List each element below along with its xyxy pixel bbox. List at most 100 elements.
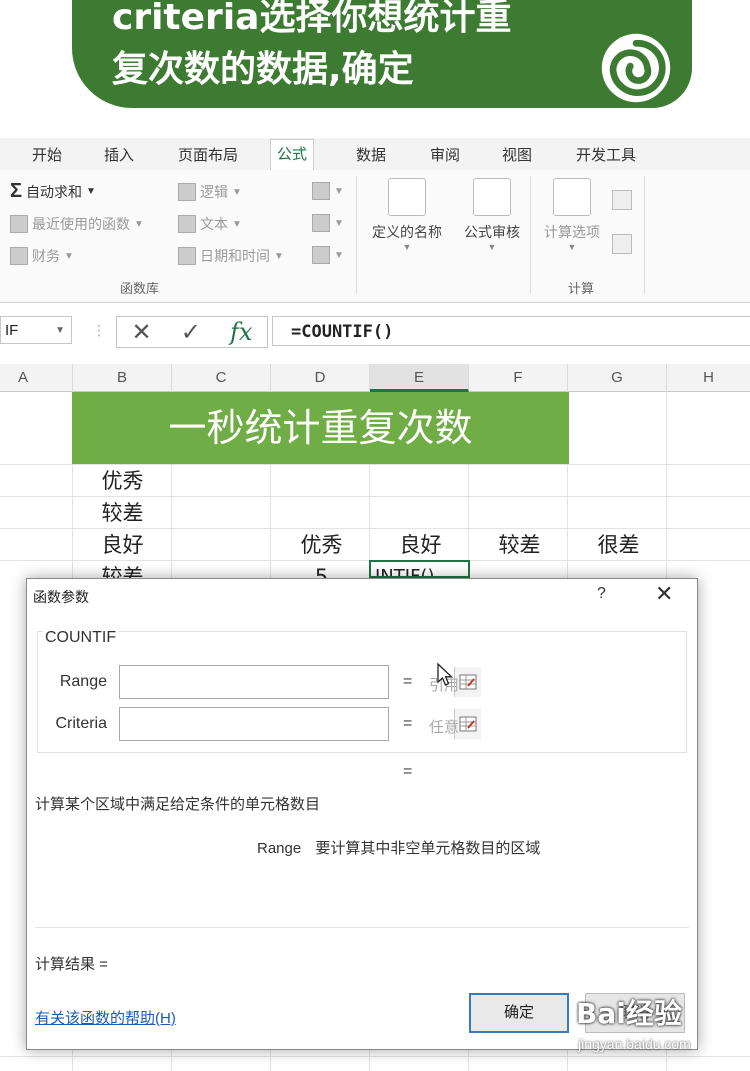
calculation-result: 计算结果 = [35,956,108,973]
logical-button[interactable]: 逻辑 ▼ [178,182,242,202]
dialog-title: 函数参数 [33,589,89,605]
banner-caption: criteria选择你想统计重 复次数的数据,确定 [112,0,511,96]
cell-b5[interactable]: 良好 [73,530,172,560]
auditing-icon [473,178,511,216]
function-arguments-dialog: 函数参数 ? ✕ COUNTIF Range = 引用 Criteria = 任… [26,578,698,1050]
formula-input[interactable]: =COUNTIF() [272,316,750,346]
grid-line [0,528,750,529]
parameter-description: 要计算其中非空单元格数目的区域 [315,840,541,857]
calculate-sheet-icon[interactable] [612,234,632,254]
tab-page-layout[interactable]: 页面布局 [172,142,244,167]
formula-auditing-label: 公式审核 [464,224,520,240]
calc-options-button[interactable]: 计算选项 ▼ [534,178,610,252]
datetime-label: 日期和时间 [200,248,270,264]
cell-b4[interactable]: 较差 [73,498,172,528]
cancel-icon[interactable]: ✕ [132,318,152,347]
logical-label: 逻辑 [200,184,228,200]
active-cell-e6[interactable]: INTIF() [369,560,470,578]
defined-names-button[interactable]: 定义的名称 ▼ [362,178,452,252]
autosum-label: 自动求和 [26,183,83,200]
calculator-icon [553,178,591,216]
lookup-button[interactable]: ▼ [312,182,344,200]
fx-icon[interactable]: fx [230,318,252,346]
function-name: COUNTIF [43,629,119,647]
grid-line [0,464,750,465]
function-description: 计算某个区域中满足给定条件的单元格数目 [35,796,321,813]
autosum-button[interactable]: Σ 自动求和 ▼ [10,180,96,203]
sigma-icon: Σ [10,180,23,202]
cell-d6[interactable]: 5 [272,562,371,578]
column-header-a[interactable]: A [0,364,73,392]
chevron-down-icon: ▼ [86,186,96,197]
more-functions-button[interactable]: ▼ [312,246,344,264]
tab-review[interactable]: 审阅 [424,142,466,167]
math-button[interactable]: ▼ [312,214,344,232]
calculate-now-icon[interactable] [612,190,632,210]
close-icon[interactable]: ✕ [655,581,673,607]
tab-home[interactable]: 开始 [26,142,68,167]
parameter-help: Range 要计算其中非空单元格数目的区域 [257,837,540,858]
chevron-down-icon: ▼ [134,218,144,230]
chevron-down-icon: ▼ [402,242,412,252]
column-header-b[interactable]: B [73,364,172,392]
chevron-down-icon: ▼ [55,325,65,336]
chevron-down-icon: ▼ [274,250,284,262]
sheet-title-cell[interactable]: 一秒统计重复次数 [72,392,569,464]
financial-button[interactable]: 财务 ▼ [10,246,74,266]
cell-e5[interactable]: 良好 [371,530,470,560]
chevron-down-icon: ▼ [232,186,242,198]
column-header-c[interactable]: C [172,364,271,392]
range-input[interactable] [119,665,481,699]
calendar-icon [178,247,196,265]
range-equals: = [403,673,413,690]
tab-view[interactable]: 视图 [496,142,538,167]
tab-developer[interactable]: 开发工具 [570,142,642,167]
math-icon [312,214,330,232]
banner-line-1: criteria选择你想统计重 [112,0,512,38]
banner-line-2: 复次数的数据,确定 [112,49,414,90]
drag-handle-icon[interactable]: ⋮ [92,322,106,339]
text-functions-button[interactable]: 文本 ▼ [178,214,242,234]
recent-functions-icon [10,215,28,233]
check-icon[interactable]: ✓ [181,318,201,347]
criteria-input[interactable] [119,707,481,741]
cell-b6[interactable]: 较差 [73,562,172,578]
cell-b3[interactable]: 优秀 [73,466,172,496]
criteria-label: Criteria [55,715,107,732]
column-header-d[interactable]: D [271,364,370,392]
datetime-button[interactable]: 日期和时间 ▼ [178,246,284,266]
help-icon[interactable]: ? [597,585,606,603]
name-box-value: IF [5,322,19,339]
cell-f5[interactable]: 较差 [470,530,569,560]
mouse-cursor-icon [437,662,454,686]
ribbon-separator [356,176,357,294]
cell-d5[interactable]: 优秀 [272,530,371,560]
lookup-icon [312,182,330,200]
function-help-link[interactable]: 有关该函数的帮助(H) [35,1007,176,1028]
function-library-label: 函数库 [120,281,160,296]
criteria-equals: = [403,715,413,732]
column-header-e[interactable]: E [370,364,469,392]
ribbon-separator [530,176,531,294]
swirl-icon [601,33,671,103]
calculation-label: 计算 [568,281,595,296]
chevron-down-icon: ▼ [334,185,344,197]
name-box[interactable]: IF ▼ [0,316,72,344]
recent-functions-button[interactable]: 最近使用的函数 ▼ [10,214,144,234]
cell-g5[interactable]: 很差 [569,530,668,560]
calc-options-label: 计算选项 [544,224,600,240]
formula-result-equals: = [403,763,413,780]
column-header-f[interactable]: F [469,364,568,392]
formula-auditing-button[interactable]: 公式审核 ▼ [454,178,530,252]
parameter-name: Range [257,840,302,857]
text-icon [178,215,196,233]
text-label: 文本 [200,216,228,232]
column-header-g[interactable]: G [568,364,667,392]
name-tag-icon [388,178,426,216]
column-header-h[interactable]: H [667,364,750,392]
tab-data[interactable]: 数据 [350,142,392,167]
tab-insert[interactable]: 插入 [98,142,140,167]
formula-buttons: ✕ ✓ fx [116,316,268,348]
dialog-divider [35,927,689,928]
ok-button[interactable]: 确定 [469,993,569,1033]
